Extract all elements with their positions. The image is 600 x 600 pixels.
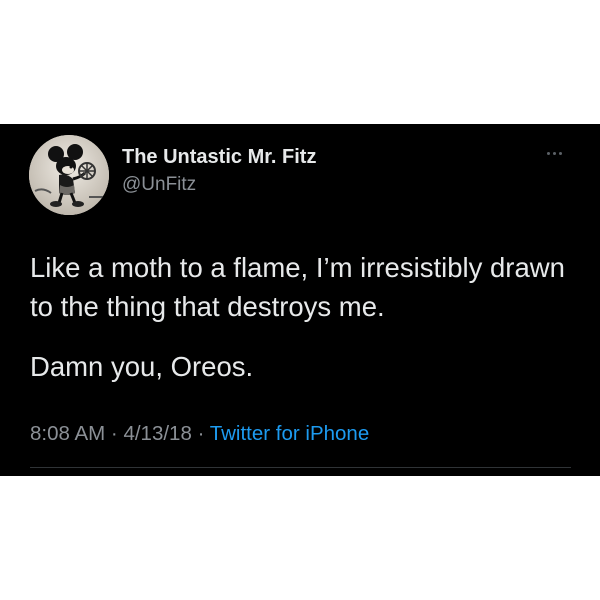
user-handle[interactable]: @UnFitz bbox=[122, 174, 196, 196]
meta-separator: · bbox=[110, 422, 118, 445]
tweet-date[interactable]: 4/13/18 bbox=[123, 422, 191, 445]
more-dot bbox=[546, 151, 550, 155]
tweet-card: The Untastic Mr. Fitz @UnFitz Like a mot… bbox=[0, 124, 600, 476]
tweet-source-link[interactable]: Twitter for iPhone bbox=[210, 422, 370, 445]
tweet-time[interactable]: 8:08 AM bbox=[30, 422, 105, 445]
tweet-text-paragraph-2: Damn you, Oreos. bbox=[30, 351, 254, 382]
divider bbox=[30, 467, 571, 468]
more-dot bbox=[552, 151, 556, 155]
cartoon-mouse-avatar-icon bbox=[29, 135, 109, 215]
more-dot bbox=[558, 151, 562, 155]
tweet-text-paragraph-1: Like a moth to a flame, I’m irresistibly… bbox=[30, 252, 565, 322]
meta-separator: · bbox=[197, 422, 205, 445]
avatar[interactable] bbox=[29, 135, 109, 215]
tweet-metadata: 8:08 AM · 4/13/18 · Twitter for iPhone bbox=[30, 422, 369, 446]
more-horizontal-icon[interactable] bbox=[539, 146, 569, 160]
display-name[interactable]: The Untastic Mr. Fitz bbox=[122, 146, 316, 169]
